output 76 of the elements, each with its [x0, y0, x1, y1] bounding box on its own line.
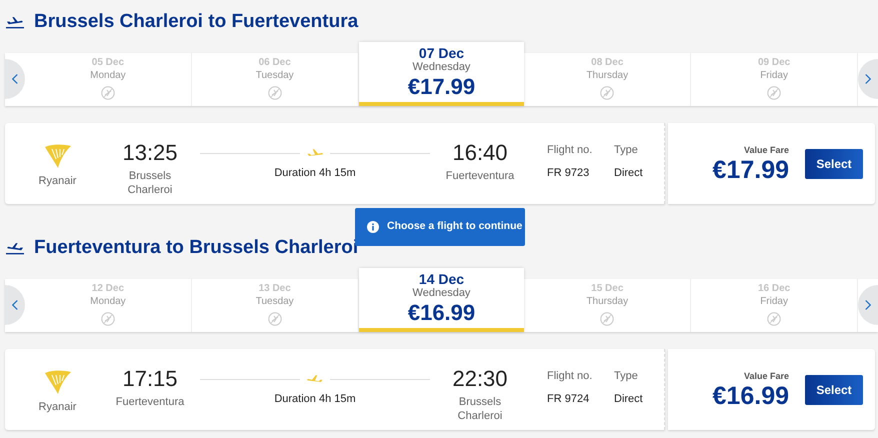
no-flight-icon: [600, 312, 614, 326]
weekday-label: Thursday: [586, 295, 628, 308]
flight-type: Direct: [614, 166, 643, 180]
airline-name: Ryanair: [38, 174, 76, 189]
date-tab[interactable]: 12 Dec Monday: [25, 279, 192, 332]
fare-type-label: Value Fare: [744, 144, 789, 157]
date-label: 08 Dec: [591, 57, 624, 69]
select-button[interactable]: Select: [805, 374, 863, 404]
plane-icon: [306, 373, 324, 385]
select-button[interactable]: Select: [805, 148, 863, 178]
airline-name: Ryanair: [38, 400, 76, 415]
date-label: 15 Dec: [591, 283, 624, 295]
type-label: Type: [614, 143, 639, 158]
plane-icon: [6, 16, 24, 28]
date-tab[interactable]: 14 Dec Wednesday €16.99: [358, 268, 524, 332]
weekday-label: Monday: [90, 295, 126, 308]
flight-number-label: Flight no.: [547, 369, 594, 384]
arrival-city: Brussels Charleroi: [456, 395, 504, 423]
section-title: Brussels Charleroi to Fuerteventura: [34, 10, 358, 34]
date-tab[interactable]: 09 Dec Friday: [691, 53, 858, 106]
departure-city: Fuerteventura: [115, 395, 185, 409]
date-label: 13 Dec: [258, 283, 291, 295]
weekday-label: Wednesday: [412, 287, 470, 300]
date-tab[interactable]: 08 Dec Thursday: [524, 53, 692, 106]
flight-number-label: Flight no.: [547, 143, 594, 158]
fare-price: €16.99: [712, 383, 789, 410]
date-label: 14 Dec: [418, 271, 464, 287]
departure-time: 13:25: [122, 139, 178, 167]
no-flight-icon: [268, 312, 282, 326]
no-flight-icon: [268, 86, 282, 100]
weekday-label: Thursday: [586, 69, 628, 82]
flight-number: FR 9723: [547, 166, 590, 180]
date-tab[interactable]: 07 Dec Wednesday €17.99: [358, 42, 524, 106]
plane-icon: [306, 147, 324, 159]
date-tab[interactable]: 05 Dec Monday: [25, 53, 192, 106]
plane-icon: [6, 242, 24, 254]
date-label: 05 Dec: [92, 57, 124, 69]
weekday-label: Wednesday: [412, 61, 470, 74]
date-tab[interactable]: 16 Dec Friday: [691, 279, 858, 332]
chevron-right-icon: [864, 73, 871, 85]
type-label: Type: [614, 369, 639, 384]
chevron-left-icon: [12, 73, 18, 85]
weekday-label: Tuesday: [256, 69, 294, 82]
flight-number: FR 9724: [547, 392, 590, 406]
fare-type-label: Value Fare: [744, 370, 789, 383]
price-label: €17.99: [408, 74, 476, 100]
tooltip-text: Choose a flight to continue: [387, 219, 522, 234]
date-label: 09 Dec: [758, 57, 790, 69]
no-flight-icon: [100, 312, 115, 326]
no-flight-icon: [100, 86, 115, 100]
arrival-time: 22:30: [452, 365, 508, 393]
weekday-label: Tuesday: [256, 295, 294, 308]
chevron-left-icon: [12, 299, 18, 311]
date-label: 07 Dec: [418, 45, 464, 61]
weekday-label: Friday: [760, 69, 788, 82]
duration-label: Duration 4h 15m: [274, 392, 356, 407]
info-icon: [367, 221, 379, 233]
section-title: Fuerteventura to Brussels Charleroi: [34, 236, 358, 260]
weekday-label: Friday: [760, 295, 788, 308]
departure-time: 17:15: [122, 365, 178, 393]
departure-city: Brussels Charleroi: [126, 169, 174, 197]
arrival-time: 16:40: [452, 139, 508, 167]
flight-type: Direct: [614, 392, 643, 406]
date-label: 06 Dec: [258, 57, 291, 69]
chevron-right-icon: [864, 299, 871, 311]
no-flight-icon: [767, 86, 782, 100]
no-flight-icon: [600, 86, 614, 100]
no-flight-icon: [767, 312, 782, 326]
weekday-label: Monday: [90, 69, 126, 82]
duration-label: Duration 4h 15m: [274, 166, 356, 181]
date-tab[interactable]: 15 Dec Thursday: [524, 279, 692, 332]
date-label: 12 Dec: [92, 283, 124, 295]
arrival-city: Fuerteventura: [445, 169, 515, 183]
date-label: 16 Dec: [758, 283, 790, 295]
price-label: €16.99: [408, 300, 476, 326]
fare-price: €17.99: [712, 157, 789, 184]
